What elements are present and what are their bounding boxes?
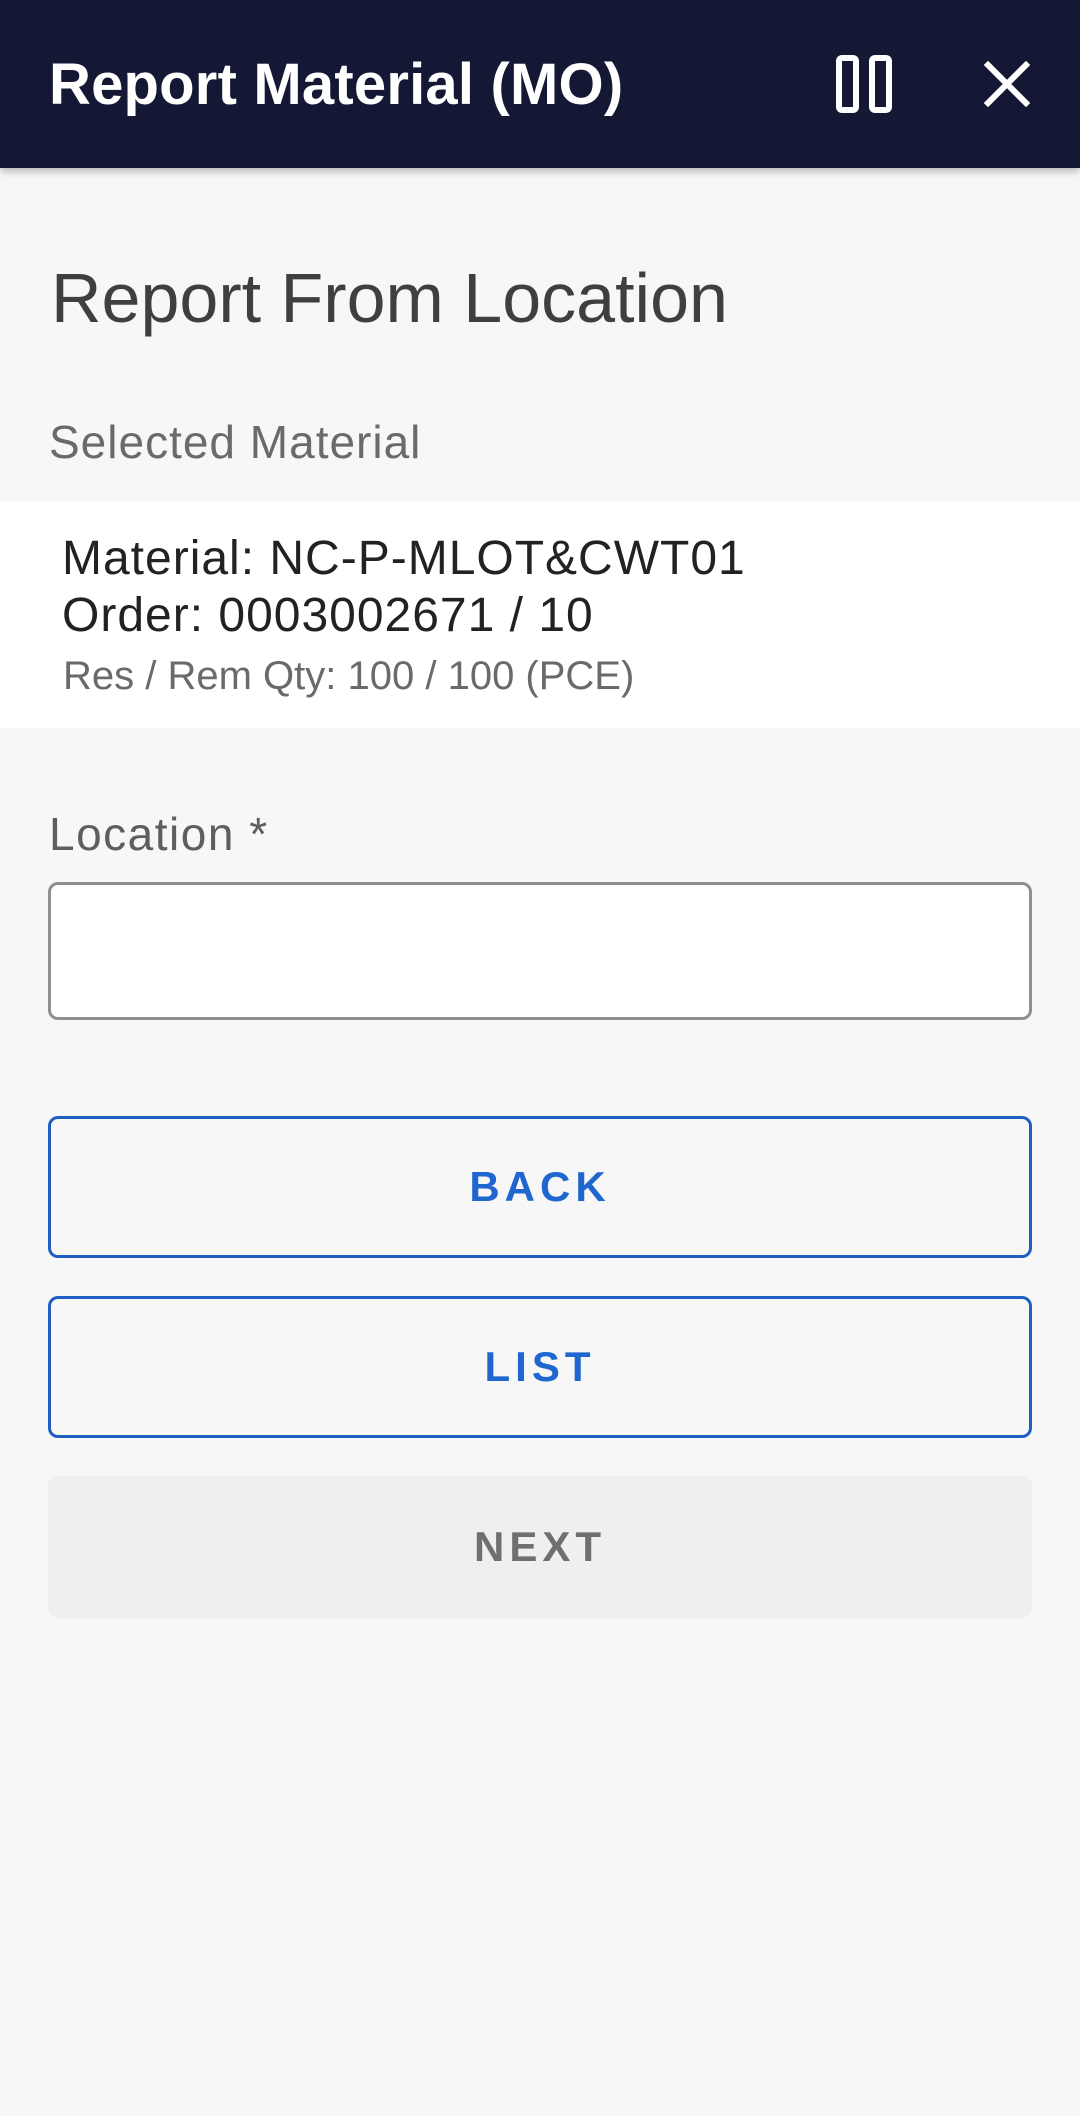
close-icon	[984, 61, 1030, 107]
app-bar: Report Material (MO)	[0, 0, 1080, 168]
pause-icon	[836, 55, 892, 113]
next-button[interactable]: NEXT	[48, 1476, 1032, 1618]
selected-material-label: Selected Material	[49, 416, 422, 468]
quantity-line: Res / Rem Qty: 100 / 100 (PCE)	[63, 654, 635, 698]
material-line: Material: NC-P-MLOT&CWT01	[62, 532, 746, 585]
app-title: Report Material (MO)	[49, 52, 624, 117]
list-button[interactable]: LIST	[48, 1296, 1032, 1438]
selected-material-card: Material: NC-P-MLOT&CWT01 Order: 0003002…	[0, 502, 1080, 728]
location-input[interactable]	[48, 882, 1032, 1020]
order-line: Order: 0003002671 / 10	[62, 589, 594, 642]
back-button[interactable]: BACK	[48, 1116, 1032, 1258]
page-title: Report From Location	[51, 259, 728, 337]
pause-button[interactable]	[824, 44, 904, 124]
location-label: Location *	[49, 808, 269, 860]
close-button[interactable]	[967, 44, 1047, 124]
main-content: Report From Location Selected Material M…	[0, 168, 1080, 2116]
